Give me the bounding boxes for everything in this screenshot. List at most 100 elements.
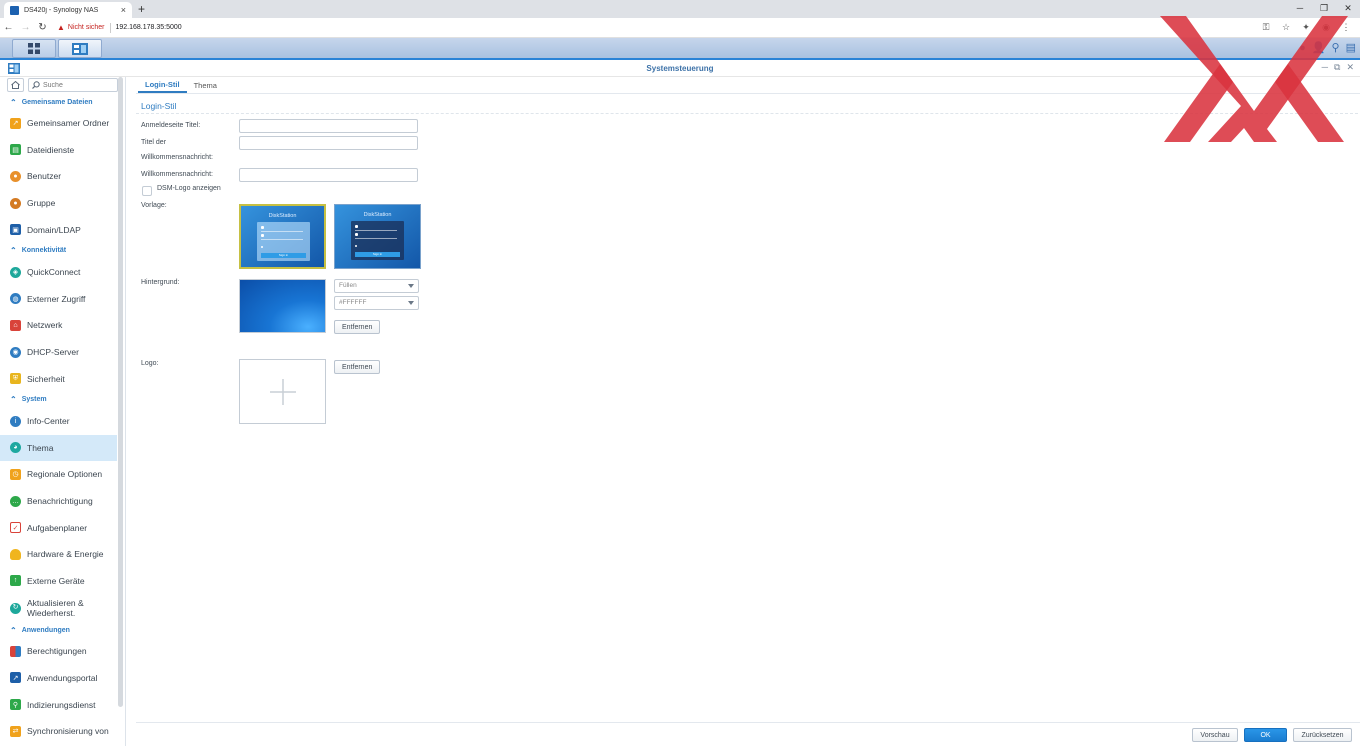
- preview-button[interactable]: Vorschau: [1192, 728, 1238, 742]
- window-maximize-icon[interactable]: ⧉: [1334, 62, 1340, 73]
- sidebar-item-domain-ldap[interactable]: ▣ Domain/LDAP: [0, 216, 117, 243]
- sidebar-item-external-devices[interactable]: ↑ Externe Geräte: [0, 568, 117, 595]
- logo-label: Logo:: [141, 360, 159, 367]
- sidebar-item-info-center[interactable]: i Info-Center: [0, 408, 117, 435]
- sidebar-item-privileges[interactable]: Berechtigungen: [0, 638, 117, 665]
- indexing-icon: ⚲: [10, 699, 21, 711]
- sidebar-item-update-restore[interactable]: ↻ Aktualisieren & Wiederherst.: [0, 594, 117, 622]
- sidebar-item-task-scheduler[interactable]: ✓ Aufgabenplaner: [0, 514, 117, 541]
- sidebar-category-shared[interactable]: ⌃ Gemeinsame Dateien: [0, 94, 125, 110]
- back-icon[interactable]: ←: [0, 22, 17, 33]
- refresh-icon: ↻: [10, 602, 21, 614]
- key-icon[interactable]: ⚿: [1256, 22, 1276, 33]
- show-dsm-logo-label[interactable]: DSM-Logo anzeigen: [157, 185, 221, 192]
- widgets-icon[interactable]: ▤: [1346, 40, 1356, 57]
- browser-menu-icon[interactable]: ⋮: [1336, 22, 1356, 33]
- forward-icon[interactable]: →: [17, 22, 34, 33]
- search-input[interactable]: [43, 81, 113, 89]
- sidebar-item-regional-options[interactable]: ◷ Regionale Optionen: [0, 461, 117, 488]
- omnibox-divider: [109, 22, 111, 33]
- background-fill-select[interactable]: Füllen: [334, 279, 419, 293]
- template-check-dot: [261, 246, 263, 248]
- user-icon[interactable]: 👤: [1312, 40, 1326, 57]
- sidebar-item-notification[interactable]: … Benachrichtigung: [0, 488, 117, 515]
- sidebar-category-connectivity[interactable]: ⌃ Konnektivität: [0, 243, 125, 259]
- window-close-icon[interactable]: ✕: [1346, 62, 1354, 73]
- home-button[interactable]: [7, 78, 24, 92]
- background-thumbnail[interactable]: [239, 279, 326, 333]
- chevron-up-icon: ⌃: [10, 97, 17, 107]
- search-tray-icon[interactable]: ⚲: [1332, 40, 1340, 57]
- main-content: Login-Stil Thema Login-Stil Anmeldeseite…: [136, 77, 1360, 746]
- template-light-thumbnail[interactable]: DiskStation Sign in: [239, 204, 326, 269]
- background-label: Hintergrund:: [141, 279, 180, 286]
- sidebar-category-apps[interactable]: ⌃ Anwendungen: [0, 622, 125, 638]
- url-text[interactable]: 192.168.178.35:5000: [116, 24, 182, 31]
- template-dark-thumbnail[interactable]: DiskStation Sign in: [334, 204, 421, 269]
- sidebar-item-dhcp-server[interactable]: ◉ DHCP-Server: [0, 339, 117, 366]
- sidebar-item-shared-folder[interactable]: ↗ Gemeinsamer Ordner: [0, 110, 117, 137]
- remove-logo-button[interactable]: Entfernen: [334, 360, 381, 374]
- bookmark-star-icon[interactable]: ☆: [1276, 22, 1296, 33]
- sidebar-item-network[interactable]: ⌂ Netzwerk: [0, 312, 117, 339]
- sidebar-category-system[interactable]: ⌃ System: [0, 392, 125, 408]
- tab-bar: Login-Stil Thema: [136, 77, 1360, 94]
- minimize-icon[interactable]: ─: [1288, 0, 1312, 18]
- welcome-message-input[interactable]: [239, 168, 418, 182]
- control-panel-taskbar-button[interactable]: [58, 39, 102, 58]
- template-lock-dot: [261, 234, 264, 237]
- window-minimize-icon[interactable]: ─: [1322, 62, 1328, 73]
- sidebar-item-group[interactable]: ● Gruppe: [0, 190, 117, 217]
- reset-button[interactable]: Zurücksetzen: [1293, 728, 1352, 742]
- sidebar-item-sync[interactable]: ⇄ Synchronisierung von: [0, 718, 117, 745]
- new-tab-button[interactable]: +: [138, 2, 145, 16]
- extension-icon[interactable]: ✦: [1296, 22, 1316, 33]
- welcome-title-label-line2: Willkommensnachricht:: [141, 154, 213, 161]
- notification-icon[interactable]: ●: [1299, 40, 1306, 57]
- remove-background-button[interactable]: Entfernen: [334, 320, 381, 334]
- sidebar-item-indexing[interactable]: ⚲ Indizierungsdienst: [0, 691, 117, 718]
- search-box[interactable]: [28, 78, 118, 92]
- browser-tab[interactable]: DS420j - Synology NAS ×: [4, 2, 132, 18]
- ok-button[interactable]: OK: [1244, 728, 1287, 742]
- login-title-input[interactable]: [239, 119, 418, 133]
- window-controls: ─ ❐ ✕: [1288, 0, 1360, 18]
- privileges-icon: [10, 645, 21, 657]
- template-label: Vorlage:: [141, 202, 167, 209]
- dhcp-icon: ◉: [10, 346, 21, 358]
- profile-icon[interactable]: ◉: [1316, 22, 1336, 33]
- template-row: [355, 230, 397, 231]
- logo-upload-box[interactable]: [239, 359, 326, 424]
- reload-icon[interactable]: ↻: [34, 22, 51, 33]
- dropdown-arrow-icon: [408, 301, 414, 305]
- template-login-panel: Sign in: [257, 222, 310, 261]
- login-title-label: Anmeldeseite Titel:: [141, 122, 201, 129]
- close-tab-icon[interactable]: ×: [121, 5, 126, 15]
- sidebar-item-security[interactable]: ⛨ Sicherheit: [0, 365, 117, 392]
- sidebar-item-app-portal[interactable]: ↗ Anwendungsportal: [0, 665, 117, 692]
- section-divider: [136, 113, 1358, 114]
- sidebar-item-external-access[interactable]: ◍ Externer Zugriff: [0, 286, 117, 313]
- group-icon: ●: [10, 197, 21, 209]
- tab-login-style[interactable]: Login-Stil: [138, 80, 187, 93]
- background-color-select[interactable]: #FFFFFF: [334, 296, 419, 310]
- welcome-message-label: Willkommensnachricht:: [141, 171, 213, 178]
- close-window-icon[interactable]: ✕: [1336, 0, 1360, 18]
- sidebar-item-quickconnect[interactable]: ◈ QuickConnect: [0, 259, 117, 286]
- sidebar-item-theme[interactable]: ◕ Thema: [0, 434, 117, 462]
- omnibox[interactable]: ▲ Nicht sicher 192.168.178.35:5000: [57, 21, 1256, 35]
- dropdown-arrow-icon: [408, 284, 414, 288]
- network-icon: ⌂: [10, 319, 21, 331]
- restore-icon[interactable]: ❐: [1312, 0, 1336, 18]
- main-menu-button[interactable]: [12, 39, 56, 58]
- sidebar-scrollbar[interactable]: [118, 77, 123, 707]
- not-secure-label[interactable]: Nicht sicher: [68, 24, 105, 31]
- sidebar-item-user[interactable]: ● Benutzer: [0, 163, 117, 190]
- sync-icon: ⇄: [10, 725, 21, 737]
- tab-theme[interactable]: Thema: [187, 81, 224, 93]
- sidebar-item-file-services[interactable]: ▤ Dateidienste: [0, 137, 117, 164]
- sidebar-item-hardware-energy[interactable]: Hardware & Energie: [0, 541, 117, 568]
- show-dsm-logo-checkbox[interactable]: [142, 186, 152, 196]
- welcome-title-input[interactable]: [239, 136, 418, 150]
- search-icon: [32, 81, 40, 89]
